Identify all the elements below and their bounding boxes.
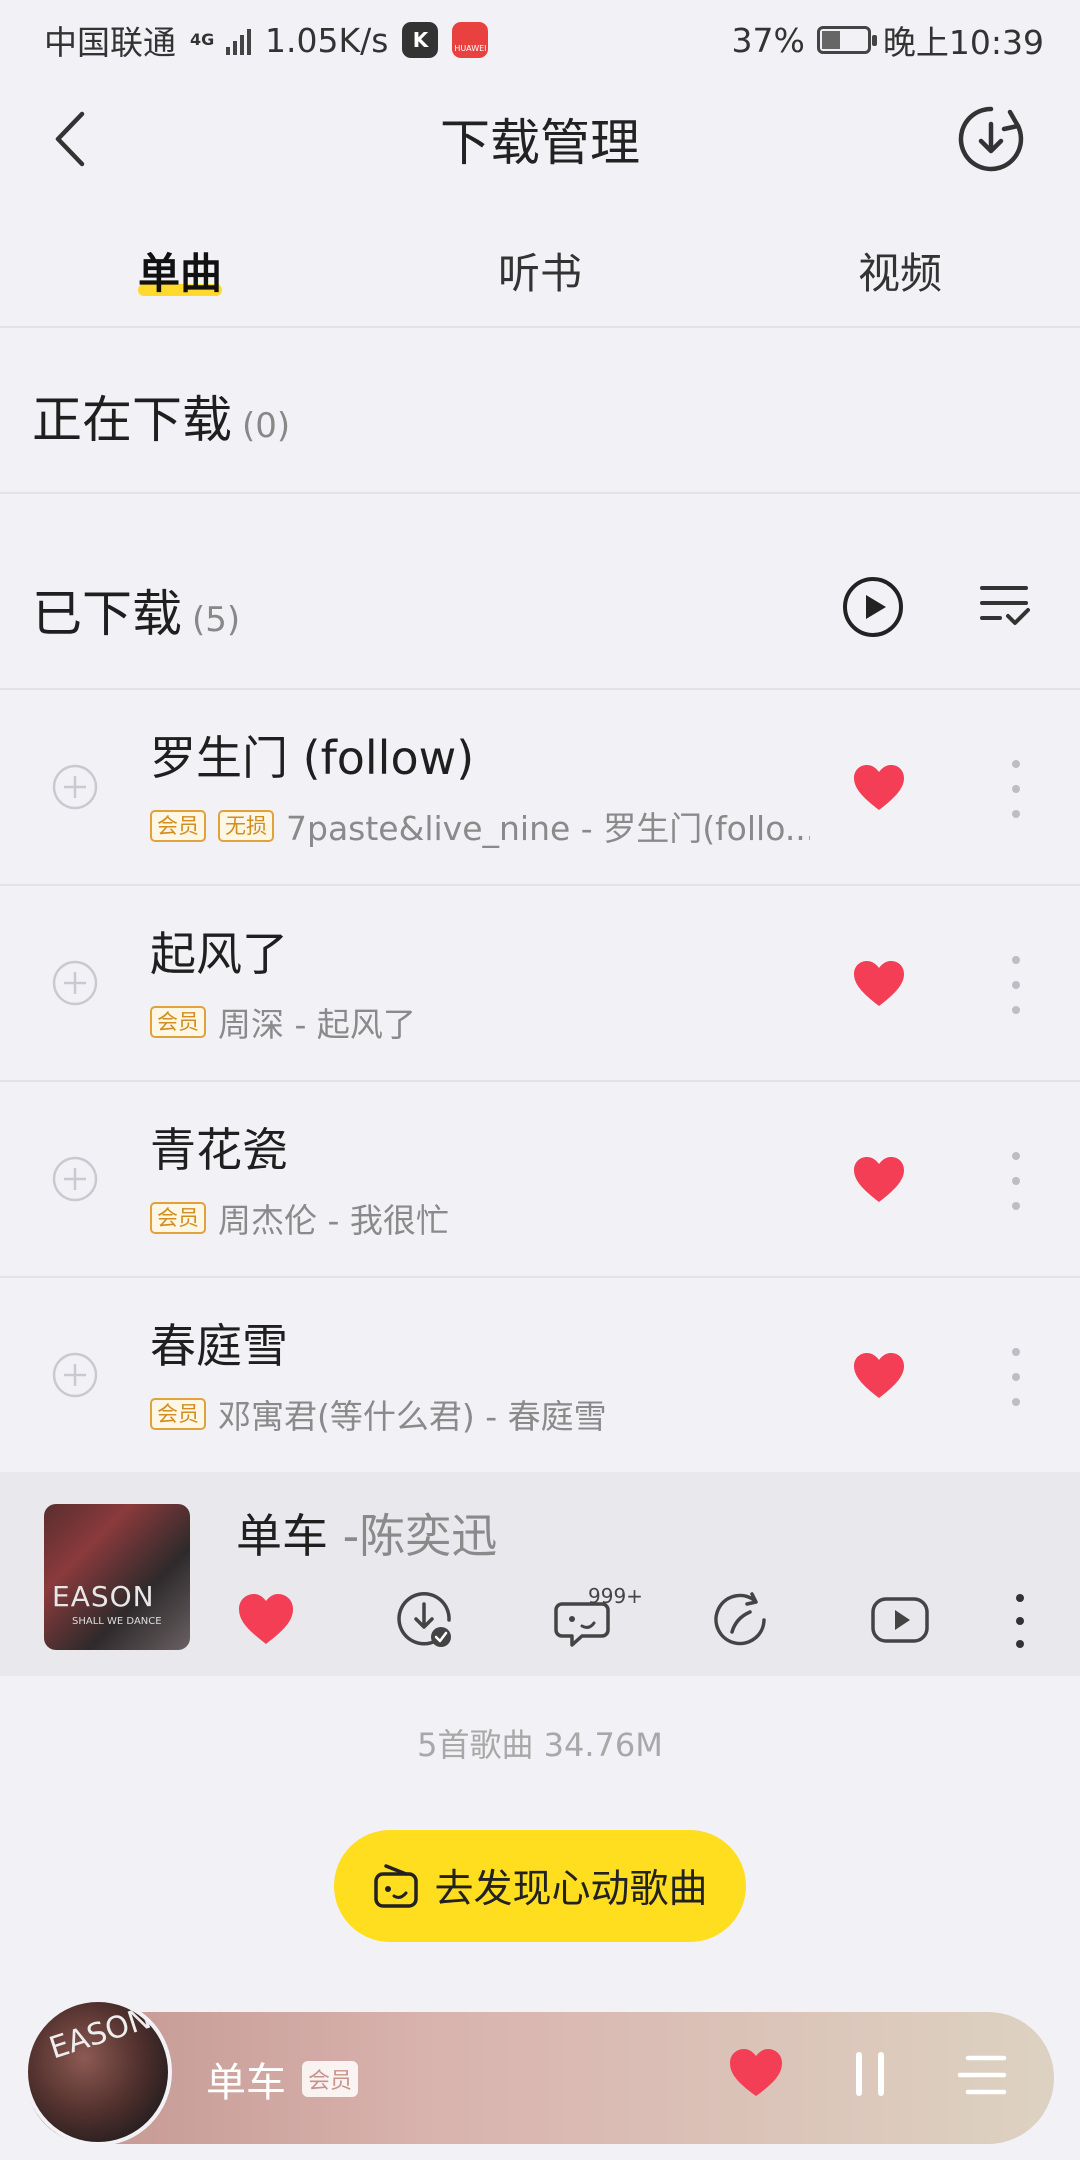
song-subtitle: 周深 - 起风了 <box>218 1005 416 1044</box>
song-row[interactable]: 起风了 会员 周深 - 起风了 <box>0 886 1080 1082</box>
vip-badge: 会员 <box>150 1398 206 1430</box>
divider <box>0 326 1080 328</box>
vip-badge: 会员 <box>150 1006 206 1038</box>
playlist-icon[interactable] <box>956 2054 1008 2096</box>
now-playing-artist: -陈奕迅 <box>342 1509 498 1563</box>
song-title: 春庭雪 <box>150 1319 288 1373</box>
tab-singles[interactable]: 单曲 <box>80 240 280 301</box>
vip-badge: 会员 <box>150 1202 206 1234</box>
song-title: 青花瓷 <box>150 1123 288 1177</box>
batch-select-icon[interactable] <box>978 582 1032 630</box>
song-row[interactable]: 罗生门 (follow) 会员 无损 7paste&live_nine - 罗生… <box>0 690 1080 886</box>
lossless-badge: 无损 <box>218 810 274 842</box>
downloaded-section-header: 已下载 (5) <box>32 574 240 646</box>
status-bar: 中国联通 4G 1.05K/s K HUAWEI 37% 晚上10:39 <box>0 0 1080 76</box>
comment-count: 999+ <box>588 1584 643 1608</box>
more-options-icon[interactable] <box>1006 1344 1026 1410</box>
discover-songs-button[interactable]: 去发现心动歌曲 <box>334 1830 746 1942</box>
mini-player-bar[interactable] <box>26 2012 1054 2144</box>
add-to-playlist-icon[interactable] <box>52 960 98 1006</box>
clock: 晚上10:39 <box>882 23 1044 62</box>
download-circle-icon[interactable] <box>956 104 1026 174</box>
page-title: 下载管理 <box>440 114 640 172</box>
carrier-label: 中国联通 <box>44 23 176 62</box>
heart-icon[interactable] <box>728 2048 784 2098</box>
network-speed-label: 1.05K/s <box>265 20 389 60</box>
album-cover[interactable]: EASON SHALL WE DANCE <box>44 1504 190 1650</box>
heart-icon[interactable] <box>852 1156 906 1204</box>
radio-icon <box>374 1864 419 1908</box>
vip-badge: 会员 <box>302 2061 359 2097</box>
mini-player-cover-text: EASON <box>45 2000 156 2067</box>
signal-strength-icon <box>226 25 251 55</box>
network-type-label: 4G <box>190 30 215 49</box>
cover-title: EASON <box>52 1580 155 1613</box>
vip-badge: 会员 <box>150 810 206 842</box>
heart-icon[interactable] <box>852 1352 906 1400</box>
add-to-playlist-icon[interactable] <box>52 1156 98 1202</box>
downloading-label: 正在下载 <box>32 391 232 449</box>
heart-icon[interactable] <box>852 764 906 812</box>
now-playing-title: 单车 -陈奕迅 <box>236 1500 497 1566</box>
share-icon[interactable] <box>710 1590 770 1650</box>
heart-icon[interactable] <box>852 960 906 1008</box>
huawei-app-notification-icon: HUAWEI <box>452 22 489 58</box>
discover-songs-label: 去发现心动歌曲 <box>434 1867 708 1912</box>
now-playing-song: 单车 <box>236 1509 328 1563</box>
downloading-section-header: 正在下载 (0) <box>32 380 290 452</box>
downloaded-label: 已下载 <box>32 585 182 643</box>
tab-audiobooks[interactable]: 听书 <box>440 240 640 301</box>
song-subtitle: 7paste&live_nine - 罗生门(follo... <box>286 809 810 848</box>
song-row[interactable]: 青花瓷 会员 周杰伦 - 我很忙 <box>0 1082 1080 1278</box>
song-subtitle: 邓寓君(等什么君) - 春庭雪 <box>218 1397 607 1436</box>
add-to-playlist-icon[interactable] <box>52 1352 98 1398</box>
mini-player-title: 单车 会员 <box>206 2050 359 2108</box>
downloaded-icon[interactable] <box>394 1590 454 1650</box>
song-title: 起风了 <box>150 927 288 981</box>
add-to-playlist-icon[interactable] <box>52 764 98 810</box>
heart-icon[interactable] <box>236 1590 296 1650</box>
k-app-notification-icon: K <box>402 22 439 58</box>
more-options-icon[interactable] <box>1006 1148 1026 1214</box>
divider <box>0 492 1080 494</box>
more-options-icon[interactable] <box>1010 1592 1030 1650</box>
play-all-icon[interactable] <box>842 576 904 638</box>
video-play-icon[interactable] <box>870 1590 930 1650</box>
battery-percent: 37% <box>731 20 805 60</box>
more-options-icon[interactable] <box>1006 952 1026 1018</box>
mini-player-cover[interactable]: EASON <box>24 1998 172 2146</box>
pause-icon[interactable] <box>852 2050 888 2098</box>
downloaded-count: (5) <box>192 600 241 640</box>
mini-player-song: 单车 <box>206 2060 286 2106</box>
downloading-count: (0) <box>242 406 291 446</box>
battery-icon <box>816 26 877 54</box>
tab-videos[interactable]: 视频 <box>800 240 1000 301</box>
more-options-icon[interactable] <box>1006 756 1026 822</box>
cover-subtitle: SHALL WE DANCE <box>72 1616 162 1627</box>
download-summary: 5首歌曲 34.76M <box>417 1726 663 1764</box>
song-title: 罗生门 (follow) <box>150 731 475 785</box>
song-row[interactable]: 春庭雪 会员 邓寓君(等什么君) - 春庭雪 <box>0 1278 1080 1474</box>
song-subtitle: 周杰伦 - 我很忙 <box>218 1201 449 1240</box>
